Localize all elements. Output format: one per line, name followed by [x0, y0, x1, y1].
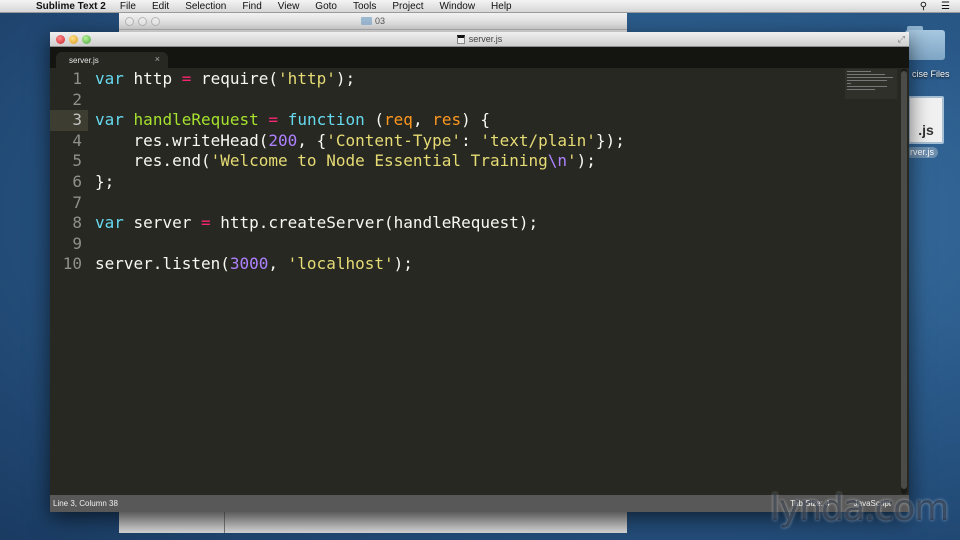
scrollbar-thumb[interactable] — [901, 71, 907, 489]
code-line[interactable]: }; — [95, 172, 625, 193]
finder-close-button[interactable] — [125, 17, 134, 26]
window-titlebar: server.js ⤢ — [50, 32, 909, 47]
desktop-folder-icon[interactable] — [905, 26, 945, 60]
fullscreen-icon[interactable]: ⤢ — [898, 34, 905, 45]
code-line[interactable] — [95, 234, 625, 255]
line-number: 5 — [72, 151, 82, 171]
tab-server-js[interactable]: server.js × — [56, 52, 168, 68]
line-number: 2 — [72, 89, 82, 109]
zoom-button[interactable] — [82, 35, 91, 44]
code-lines[interactable]: var http = require('http'); var handleRe… — [95, 69, 625, 275]
tab-close-icon[interactable]: × — [155, 54, 160, 64]
menu-window[interactable]: Window — [439, 1, 475, 12]
menu-bar: Sublime Text 2 File Edit Selection Find … — [0, 0, 960, 13]
line-number: 1 — [72, 69, 82, 88]
code-line[interactable]: var handleRequest = function (req, res) … — [95, 110, 625, 131]
folder-icon — [360, 17, 372, 25]
minimap[interactable] — [845, 69, 897, 99]
vertical-scrollbar[interactable] — [901, 69, 907, 494]
menu-selection[interactable]: Selection — [185, 1, 226, 12]
line-number: 4 — [72, 130, 82, 150]
menu-file[interactable]: File — [120, 1, 136, 12]
code-line[interactable] — [95, 193, 625, 214]
code-line[interactable]: res.end('Welcome to Node Essential Train… — [95, 151, 625, 172]
desktop-file-label[interactable]: rver.js — [906, 147, 939, 158]
lynda-watermark: lynda.com — [770, 488, 949, 529]
file-icon-text: .js — [918, 122, 934, 138]
minimize-button[interactable] — [69, 35, 78, 44]
code-line[interactable]: var server = http.createServer(handleReq… — [95, 213, 625, 234]
line-number-active: 3 — [50, 110, 88, 131]
line-number: 9 — [72, 233, 82, 253]
menu-goto[interactable]: Goto — [315, 1, 337, 12]
code-line[interactable]: server.listen(3000, 'localhost'); — [95, 254, 625, 275]
code-line[interactable]: var http = require('http'); — [95, 69, 625, 90]
sublime-window: server.js ⤢ server.js × 1 2 3 4 5 6 7 8 … — [50, 32, 909, 512]
line-number: 10 — [62, 254, 82, 274]
menu-app-name[interactable]: Sublime Text 2 — [36, 1, 106, 12]
menu-help[interactable]: Help — [491, 1, 512, 12]
desktop-js-file-icon[interactable]: .js — [908, 96, 944, 144]
finder-zoom-button[interactable] — [151, 17, 160, 26]
code-line[interactable]: res.writeHead(200, {'Content-Type': 'tex… — [95, 131, 625, 152]
line-number: 6 — [72, 171, 82, 191]
spotlight-search-icon[interactable]: ⚲ — [920, 1, 927, 12]
finder-minimize-button[interactable] — [138, 17, 147, 26]
code-line[interactable] — [95, 90, 625, 111]
tab-label: server.js — [69, 55, 99, 65]
tab-bar: server.js × — [50, 47, 909, 68]
document-icon — [456, 34, 465, 44]
menu-tools[interactable]: Tools — [353, 1, 376, 12]
line-number-gutter: 1 2 3 4 5 6 7 8 9 10 — [50, 69, 88, 275]
menu-edit[interactable]: Edit — [152, 1, 169, 12]
code-editor[interactable]: 1 2 3 4 5 6 7 8 9 10 var http = require(… — [50, 69, 909, 494]
menu-project[interactable]: Project — [392, 1, 423, 12]
finder-title: 03 — [374, 16, 385, 26]
cursor-position: Line 3, Column 38 — [53, 499, 118, 508]
menu-find[interactable]: Find — [242, 1, 261, 12]
menu-view[interactable]: View — [278, 1, 300, 12]
close-button[interactable] — [56, 35, 65, 44]
finder-titlebar: 03 — [119, 13, 627, 30]
line-number: 7 — [72, 192, 82, 212]
notification-list-icon[interactable]: ☰ — [941, 1, 950, 12]
window-title: server.js — [468, 34, 503, 44]
line-number: 8 — [72, 213, 82, 233]
desktop-folder-label[interactable]: cise Files — [912, 69, 950, 79]
